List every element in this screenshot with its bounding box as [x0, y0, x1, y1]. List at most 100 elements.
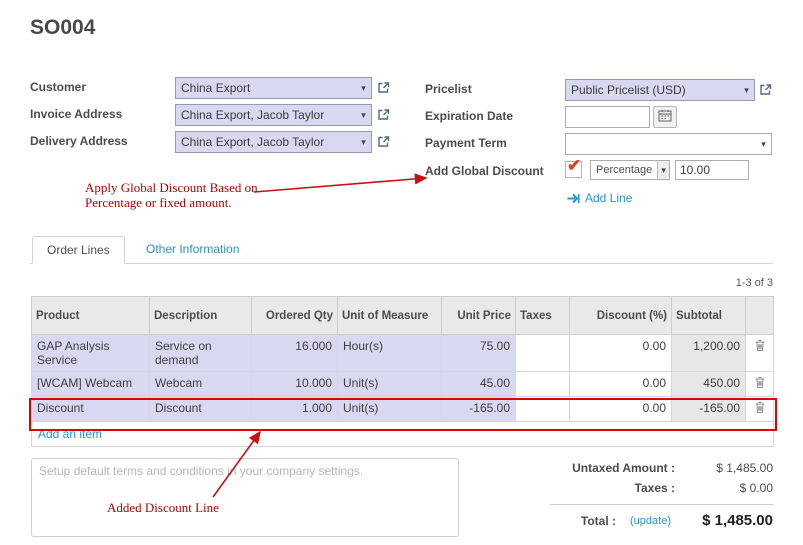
column-header-discount[interactable]: Discount (%) — [570, 297, 672, 335]
annotation-discount-line: Added Discount Line — [107, 500, 307, 515]
pricelist-label: Pricelist — [425, 82, 472, 96]
add-line-label: Add Line — [585, 191, 632, 205]
invoice-address-label: Invoice Address — [30, 107, 122, 121]
column-header-unit-of-measure[interactable]: Unit of Measure — [338, 297, 442, 335]
order-line-row[interactable]: [WCAM] Webcam Webcam 10.000 Unit(s) 45.0… — [32, 372, 774, 397]
cell-unit-price: 75.00 — [442, 335, 516, 372]
calendar-icon — [658, 109, 672, 125]
cell-description: Service on demand — [150, 335, 252, 372]
sales-order-page: SO004 Customer China Export ▾ Invoice Ad… — [0, 0, 803, 545]
delete-line-button[interactable] — [751, 339, 768, 355]
chevron-down-icon: ▾ — [356, 137, 371, 148]
totals-divider — [550, 504, 773, 505]
delivery-address-open-record-button[interactable] — [377, 135, 390, 151]
totals-panel: Untaxed Amount : $ 1,485.00 Taxes : $ 0.… — [550, 458, 773, 532]
cell-ordered-qty: 10.000 — [252, 372, 338, 397]
add-item-link[interactable]: Add an item — [38, 427, 102, 441]
trash-icon — [754, 339, 766, 355]
cell-taxes — [516, 397, 570, 422]
cell-discount: 0.00 — [570, 372, 672, 397]
external-link-icon — [759, 83, 772, 99]
delete-line-button[interactable] — [751, 376, 768, 392]
pricelist-open-record-button[interactable] — [759, 83, 772, 99]
cell-discount: 0.00 — [570, 335, 672, 372]
cell-ordered-qty: 1.000 — [252, 397, 338, 422]
chevron-down-icon: ▾ — [739, 85, 754, 96]
expiration-date-input[interactable] — [565, 106, 650, 128]
column-header-subtotal[interactable]: Subtotal — [672, 297, 746, 335]
taxes-value: $ 0.00 — [689, 481, 773, 495]
external-link-icon — [377, 81, 390, 97]
delete-line-button[interactable] — [751, 401, 768, 417]
cell-uom: Hour(s) — [338, 335, 442, 372]
order-line-row-discount[interactable]: Discount Discount 1.000 Unit(s) -165.00 … — [32, 397, 774, 422]
column-header-unit-price[interactable]: Unit Price — [442, 297, 516, 335]
global-discount-checkbox[interactable]: ✔ — [565, 161, 582, 178]
pager: 1-3 of 3 — [620, 277, 773, 289]
column-header-ordered-qty[interactable]: Ordered Qty — [252, 297, 338, 335]
invoice-address-open-record-button[interactable] — [377, 108, 390, 124]
expiration-date-label: Expiration Date — [425, 109, 513, 123]
customer-select[interactable]: China Export ▾ — [175, 77, 372, 99]
total-value: $ 1,485.00 — [673, 512, 773, 529]
cell-taxes — [516, 335, 570, 372]
page-title: SO004 — [30, 16, 95, 40]
customer-open-record-button[interactable] — [377, 81, 390, 97]
chevron-down-icon: ▾ — [356, 83, 371, 94]
chevron-down-icon: ▾ — [756, 139, 771, 150]
cell-description: Webcam — [150, 372, 252, 397]
cell-subtotal: 1,200.00 — [672, 335, 746, 372]
column-header-actions — [746, 297, 774, 335]
update-total-link[interactable]: (update) — [630, 515, 671, 527]
delivery-address-value: China Export, Jacob Taylor — [176, 135, 356, 149]
terms-and-conditions-area — [31, 458, 459, 537]
terms-textarea[interactable] — [31, 458, 459, 537]
column-header-description[interactable]: Description — [150, 297, 252, 335]
calendar-button[interactable] — [653, 106, 677, 128]
global-discount-label: Add Global Discount — [425, 164, 544, 178]
chevron-down-icon: ▾ — [356, 110, 371, 121]
order-line-row[interactable]: GAP Analysis Service Service on demand 1… — [32, 335, 774, 372]
trash-icon — [754, 376, 766, 392]
notebook-tabs: Order Lines Other Information — [30, 236, 773, 264]
cell-subtotal: -165.00 — [672, 397, 746, 422]
chevron-down-icon: ▾ — [657, 161, 669, 179]
cell-subtotal: 450.00 — [672, 372, 746, 397]
column-header-taxes[interactable]: Taxes — [516, 297, 570, 335]
discount-type-select[interactable]: Percentage ▾ — [590, 160, 670, 180]
discount-amount-input[interactable] — [675, 160, 749, 180]
delivery-address-label: Delivery Address — [30, 134, 128, 148]
cell-taxes — [516, 372, 570, 397]
table-header-row: Product Description Ordered Qty Unit of … — [32, 297, 774, 335]
cell-discount: 0.00 — [570, 397, 672, 422]
discount-type-value: Percentage — [591, 164, 657, 176]
pricelist-value: Public Pricelist (USD) — [566, 83, 739, 97]
annotation-global-discount: Apply Global Discount Based on Percentag… — [85, 180, 281, 210]
cell-product: GAP Analysis Service — [32, 335, 150, 372]
customer-value: China Export — [176, 81, 356, 95]
column-header-product[interactable]: Product — [32, 297, 150, 335]
total-label: Total : — [550, 514, 630, 528]
pricelist-select[interactable]: Public Pricelist (USD) ▾ — [565, 79, 755, 101]
cell-ordered-qty: 16.000 — [252, 335, 338, 372]
order-lines-table: Product Description Ordered Qty Unit of … — [31, 296, 774, 447]
add-line-link[interactable]: Add Line — [567, 191, 632, 205]
cell-product: Discount — [32, 397, 150, 422]
tab-order-lines[interactable]: Order Lines — [32, 236, 125, 264]
customer-label: Customer — [30, 80, 86, 94]
cell-product: [WCAM] Webcam — [32, 372, 150, 397]
payment-term-label: Payment Term — [425, 136, 507, 150]
check-icon: ✔ — [567, 157, 581, 174]
invoice-address-value: China Export, Jacob Taylor — [176, 108, 356, 122]
payment-term-select[interactable]: ▾ — [565, 133, 772, 155]
tab-other-information[interactable]: Other Information — [132, 236, 253, 264]
untaxed-amount-value: $ 1,485.00 — [689, 461, 773, 475]
external-link-icon — [377, 135, 390, 151]
taxes-row: Taxes : $ 0.00 — [550, 478, 773, 498]
external-link-icon — [377, 108, 390, 124]
delivery-address-select[interactable]: China Export, Jacob Taylor ▾ — [175, 131, 372, 153]
add-item-row: Add an item — [32, 422, 774, 447]
cell-unit-price: -165.00 — [442, 397, 516, 422]
taxes-label: Taxes : — [550, 481, 689, 495]
invoice-address-select[interactable]: China Export, Jacob Taylor ▾ — [175, 104, 372, 126]
